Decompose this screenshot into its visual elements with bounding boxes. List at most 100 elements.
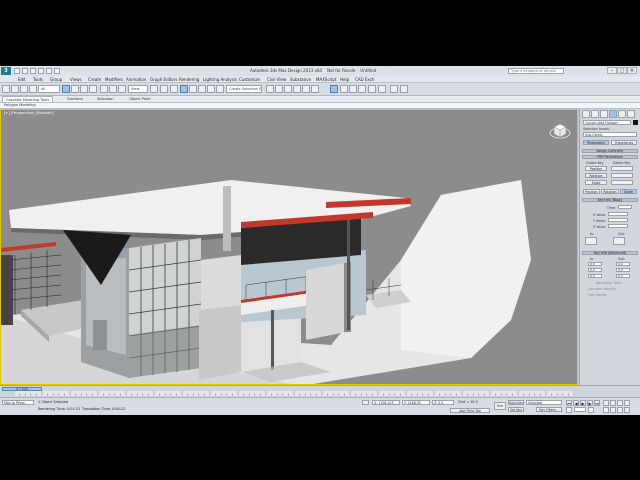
zoom-all-icon[interactable] [610, 400, 616, 406]
menu-help[interactable]: Help [340, 77, 349, 82]
object-name-field[interactable]: Curtain Wall Hallway [583, 120, 631, 125]
hierarchy-tab-icon[interactable] [600, 110, 608, 118]
modify-tab-icon[interactable] [591, 110, 599, 118]
key-filters-button[interactable]: Key Filters... [536, 407, 562, 412]
angle-snap-icon[interactable] [189, 85, 197, 93]
select-object-icon[interactable] [62, 85, 70, 93]
redo-icon[interactable] [11, 85, 19, 93]
material-editor-icon[interactable] [330, 85, 338, 93]
lock-selection-icon[interactable] [362, 400, 369, 405]
tab-object-paint[interactable]: Object Paint [126, 96, 154, 102]
curve-editor-icon[interactable] [302, 85, 310, 93]
viewport-label[interactable]: [+] [Perspective] [Realistic] [4, 111, 54, 115]
parameters-button[interactable]: Parameters [583, 140, 609, 145]
utilities-tab-icon[interactable] [627, 110, 635, 118]
object-color-swatch[interactable] [633, 120, 638, 125]
snaps-toggle-icon[interactable] [180, 85, 188, 93]
display-tab-icon[interactable] [618, 110, 626, 118]
pan-icon[interactable] [610, 407, 616, 413]
tab-freeform[interactable]: Freeform [64, 96, 86, 102]
out-tangent-graph-icon[interactable] [613, 237, 625, 245]
previous-frame-icon[interactable]: ◀ [573, 400, 579, 406]
layer-manager-icon[interactable] [284, 85, 292, 93]
next-frame-icon[interactable]: ▶ [587, 400, 593, 406]
polygon-modeling-panel[interactable]: Polygon Modeling [4, 103, 36, 108]
redo-icon[interactable] [46, 68, 52, 74]
menu-substance[interactable]: Substance [290, 77, 311, 82]
assign-controller-rollout[interactable]: Assign Controller [582, 149, 638, 153]
create-scale-key-button[interactable]: Scale [585, 180, 607, 185]
current-frame-field[interactable] [574, 407, 586, 412]
key-info-basic-rollout[interactable]: Key Info (Basic) [582, 198, 638, 202]
delete-rotation-key-button[interactable] [611, 173, 633, 178]
in-x-spinner[interactable]: 0.0 [588, 262, 602, 266]
menu-civil-view[interactable]: Civil View [267, 77, 286, 82]
time-config-icon[interactable] [588, 407, 594, 413]
graphite-toggle-icon[interactable] [293, 85, 301, 93]
z-value-spinner[interactable] [608, 224, 628, 228]
activeshade-icon[interactable] [378, 85, 386, 93]
zoom-extents-icon[interactable] [617, 400, 623, 406]
play-icon[interactable]: ▶ [580, 400, 586, 406]
rendered-frame-icon[interactable] [349, 85, 357, 93]
tab-selection[interactable]: Selection [94, 96, 117, 102]
project-folder-icon[interactable] [54, 68, 60, 74]
tab-graphite-modeling-tools[interactable]: Graphite Modeling Tools [2, 96, 54, 102]
spinner-snap-icon[interactable] [207, 85, 215, 93]
scale-icon[interactable] [118, 85, 126, 93]
region-select-icon[interactable] [80, 85, 88, 93]
menu-animation[interactable]: Animation [126, 77, 146, 82]
set-key-button[interactable]: Set Key [508, 407, 524, 412]
one-button[interactable]: One [494, 402, 506, 410]
render-setup-icon[interactable] [340, 85, 348, 93]
new-file-icon[interactable] [14, 68, 20, 74]
maximize-button[interactable]: □ [617, 67, 627, 74]
perspective-viewport[interactable]: [+] [Perspective] [Realistic] [0, 109, 578, 385]
x-value-spinner[interactable] [608, 212, 628, 216]
x-coordinate-field[interactable]: X: 1106.103 [372, 400, 400, 405]
delete-position-key-button[interactable] [611, 166, 633, 171]
scale-subpanel-button[interactable]: Scale [620, 189, 637, 194]
out-y-spinner[interactable]: 0.0 [616, 268, 630, 272]
delete-scale-key-button[interactable] [611, 180, 633, 185]
menu-maxscript[interactable]: MAXScript [316, 77, 337, 82]
motion-tab-icon[interactable] [609, 110, 617, 118]
in-tangent-graph-icon[interactable] [585, 237, 597, 245]
mirror-icon[interactable] [266, 85, 274, 93]
select-by-name-icon[interactable] [71, 85, 79, 93]
menu-customize[interactable]: Customize [239, 77, 260, 82]
render-teapot-icon[interactable] [400, 85, 408, 93]
create-rotation-key-button[interactable]: Rotation [585, 173, 607, 178]
link-icon[interactable] [20, 85, 28, 93]
in-y-spinner[interactable]: 0.0 [588, 268, 602, 272]
out-x-spinner[interactable]: 0.0 [616, 262, 630, 266]
pivot-center-icon[interactable] [150, 85, 158, 93]
constant-velocity-checkbox[interactable]: Constant Velocity [588, 287, 616, 291]
track-bar-ruler[interactable] [14, 391, 574, 396]
key-info-advanced-rollout[interactable]: Key Info (Advanced) [582, 251, 638, 255]
rotation-subpanel-button[interactable]: Rotation [601, 189, 619, 194]
render-production-icon[interactable] [358, 85, 366, 93]
rotate-icon[interactable] [109, 85, 117, 93]
percent-snap-icon[interactable] [198, 85, 206, 93]
in-z-spinner[interactable]: 0.0 [588, 274, 602, 278]
menu-lighting-analysis[interactable]: Lighting Analysis [203, 77, 237, 82]
menu-tools[interactable]: Tools [33, 77, 43, 82]
normalize-time-label[interactable]: Normalize Time [596, 281, 621, 285]
open-file-icon[interactable] [22, 68, 28, 74]
maximize-viewport-icon[interactable] [624, 407, 630, 413]
orbit-icon[interactable] [617, 407, 623, 413]
move-icon[interactable] [100, 85, 108, 93]
menu-rendering[interactable]: Rendering [179, 77, 199, 82]
app-logo-icon[interactable]: 3 [1, 67, 11, 75]
trajectories-button[interactable]: Trajectories [611, 140, 637, 145]
undo-icon[interactable] [2, 85, 10, 93]
out-z-spinner[interactable]: 0.0 [616, 274, 630, 278]
coord-system-dropdown[interactable]: View [128, 85, 148, 93]
zoom-extents-all-icon[interactable] [624, 400, 630, 406]
menu-edit[interactable]: Edit [18, 77, 26, 82]
window-crossing-icon[interactable] [89, 85, 97, 93]
prs-parameters-rollout[interactable]: PRS Parameters [582, 155, 638, 159]
time-slider-track[interactable]: 0 / 100 [0, 385, 640, 397]
close-button[interactable]: ✕ [627, 67, 637, 74]
